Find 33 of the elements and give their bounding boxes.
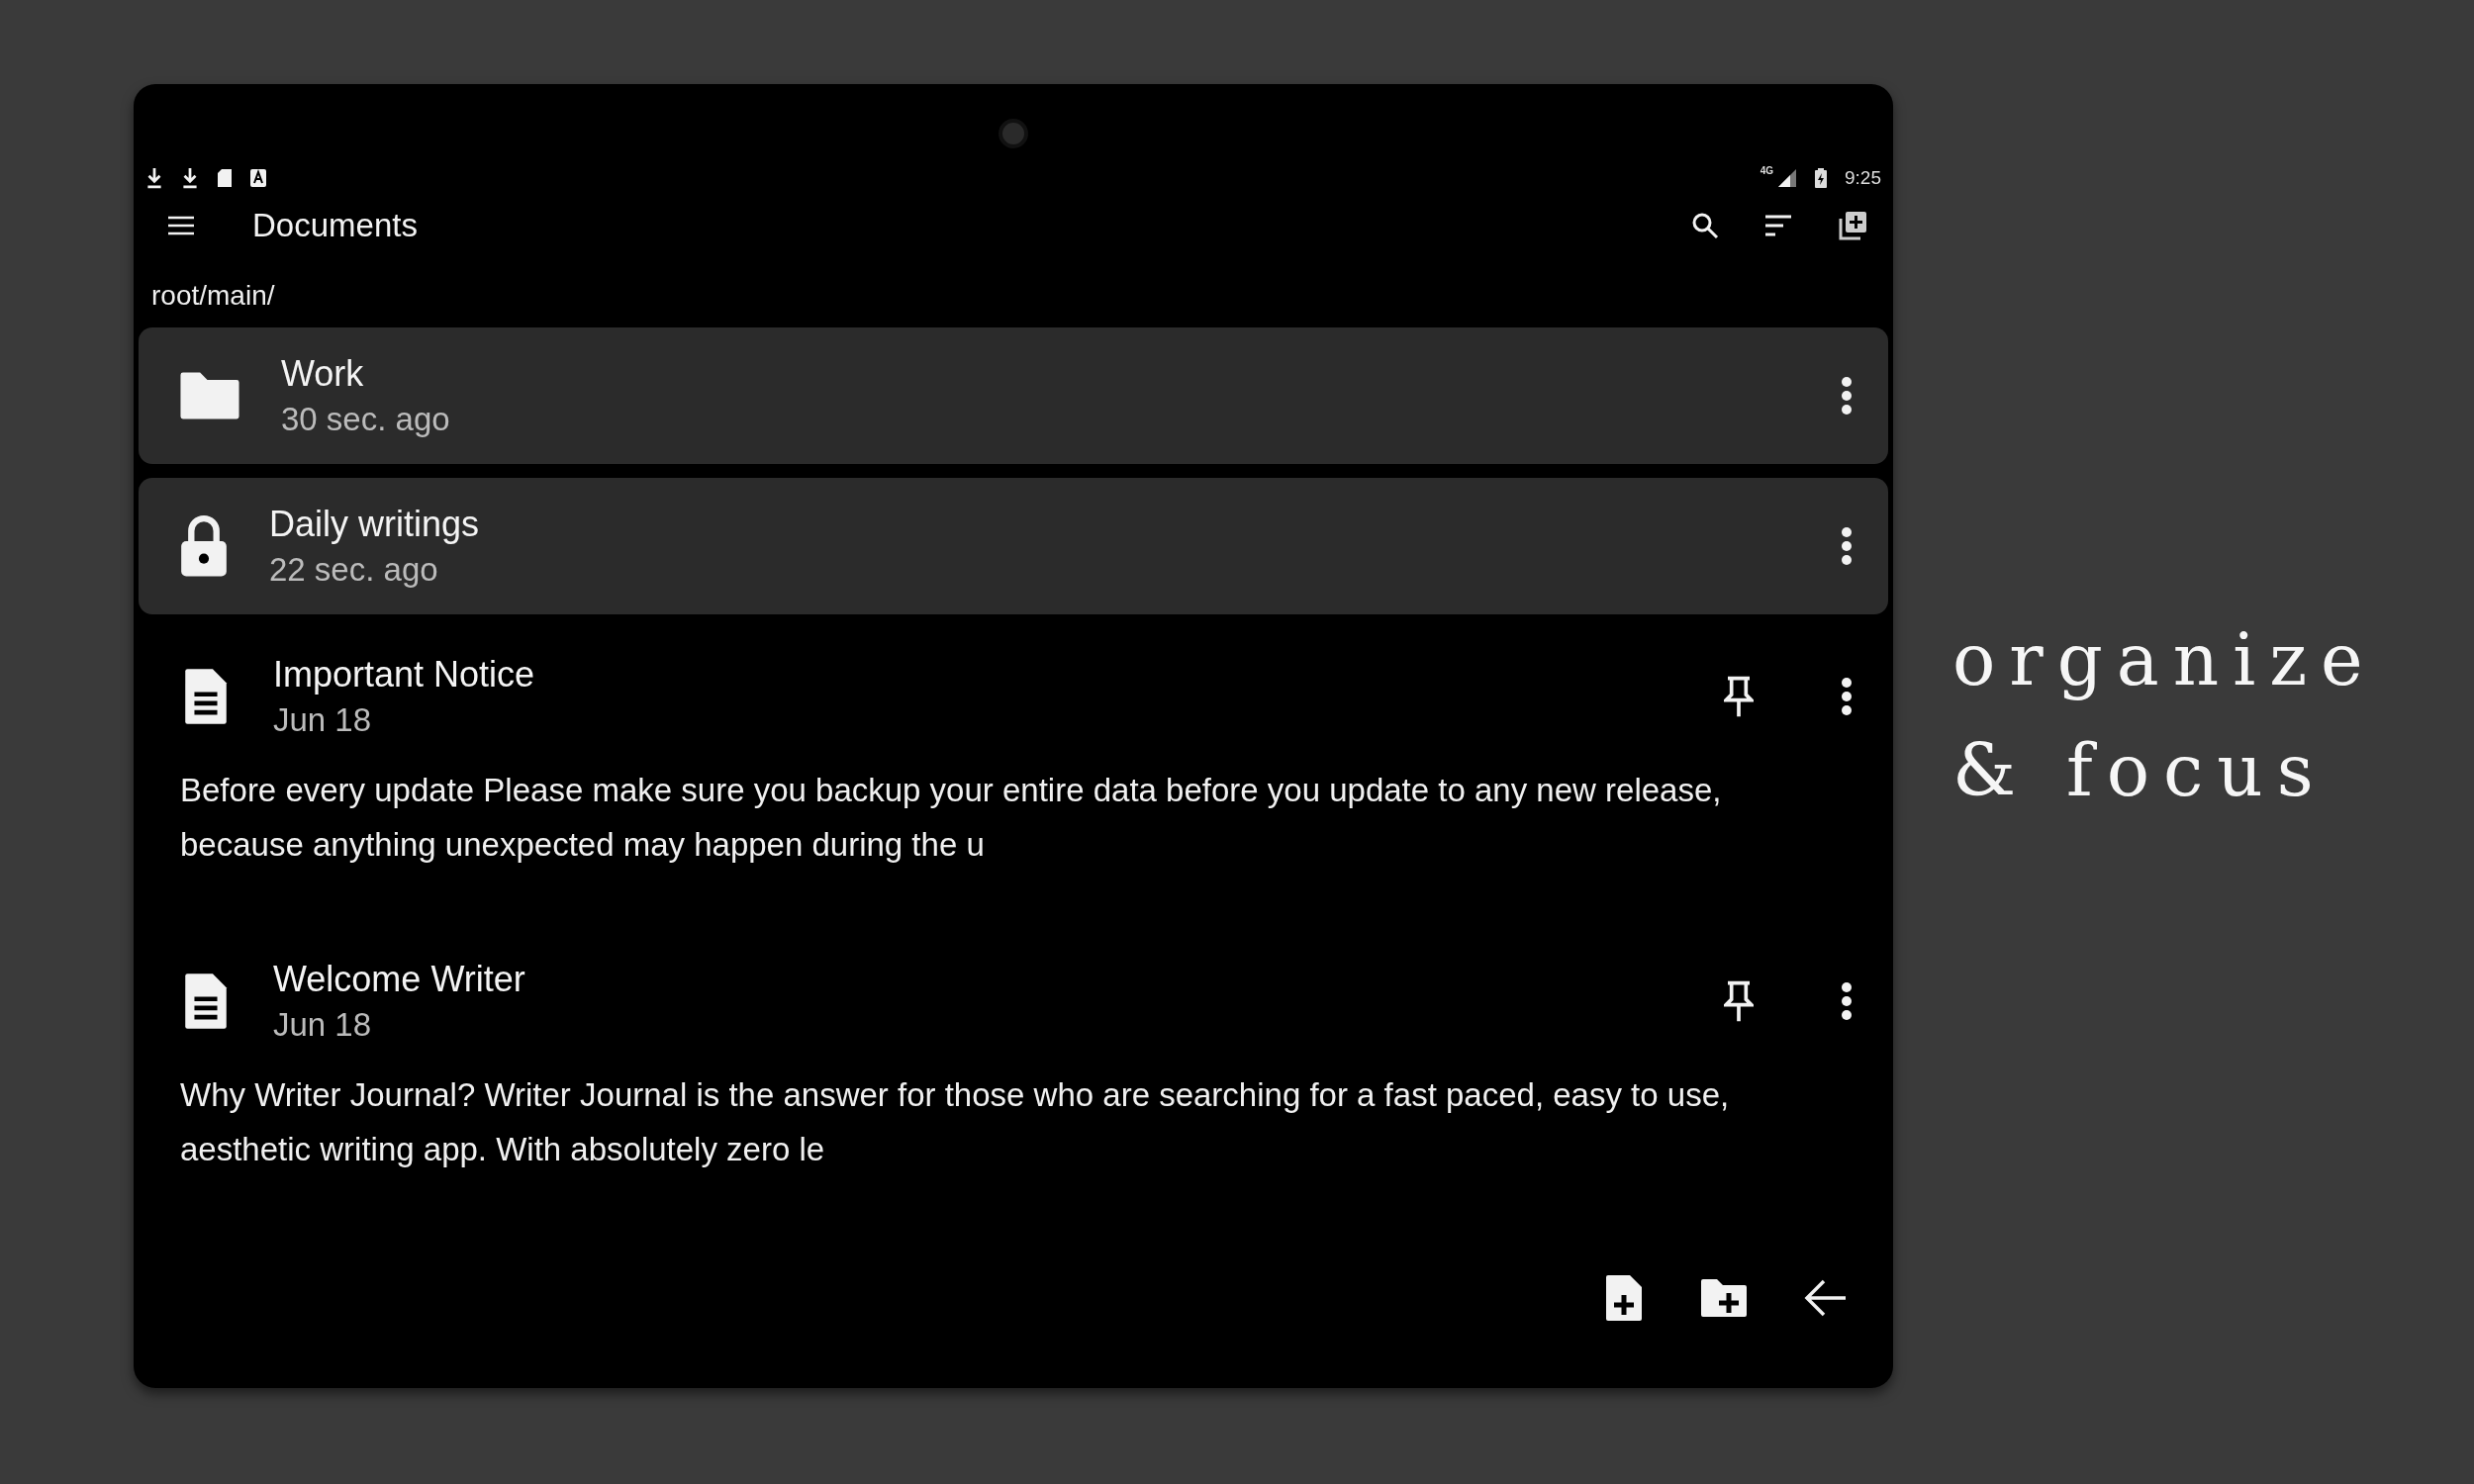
keyboard-icon bbox=[250, 169, 266, 187]
screen-title: Documents bbox=[252, 207, 418, 244]
item-title: Important Notice bbox=[273, 654, 536, 696]
more-icon bbox=[1841, 526, 1853, 566]
folder-icon bbox=[178, 370, 241, 421]
pin-icon bbox=[1724, 675, 1754, 718]
item-date: Jun 18 bbox=[273, 701, 373, 739]
item-date: Jun 18 bbox=[273, 1006, 373, 1044]
item-date: 30 sec. ago bbox=[281, 401, 451, 438]
item-title: Welcome Writer bbox=[273, 959, 526, 1000]
sd-card-icon bbox=[217, 168, 233, 188]
more-icon bbox=[1841, 376, 1853, 416]
folder-card[interactable]: Work 30 sec. ago bbox=[139, 327, 1888, 464]
download-icon bbox=[181, 167, 199, 189]
network-type: 4G bbox=[1760, 164, 1773, 176]
note-preview: Why Writer Journal? Writer Journal is the answer for those who are searching for a fast paced, easy to use, aesthetic writing app. With absolutely zero le bbox=[180, 1075, 1731, 1169]
clock-time: 9:25 bbox=[1845, 167, 1881, 189]
camera-icon bbox=[999, 119, 1028, 148]
more-icon bbox=[1841, 981, 1853, 1021]
folder-path: root/main/ bbox=[150, 279, 276, 313]
caption-text: & focus bbox=[1952, 729, 2329, 812]
lock-icon bbox=[178, 513, 230, 579]
caption-text: organize bbox=[1952, 618, 2377, 701]
download-icon bbox=[145, 167, 163, 189]
item-title: Daily writings bbox=[269, 504, 481, 545]
item-date: 22 sec. ago bbox=[269, 551, 439, 589]
signal-icon bbox=[1777, 168, 1797, 188]
item-title: Work bbox=[281, 353, 365, 395]
more-icon bbox=[1841, 677, 1853, 716]
battery-charging-icon bbox=[1815, 168, 1827, 188]
pin-icon bbox=[1724, 979, 1754, 1023]
note-preview: Before every update Please make sure you backup your entire data before you update to any new release, because anything unexpected may happen during the u bbox=[180, 771, 1723, 865]
folder-card[interactable]: Daily writings 22 sec. ago bbox=[139, 478, 1888, 614]
